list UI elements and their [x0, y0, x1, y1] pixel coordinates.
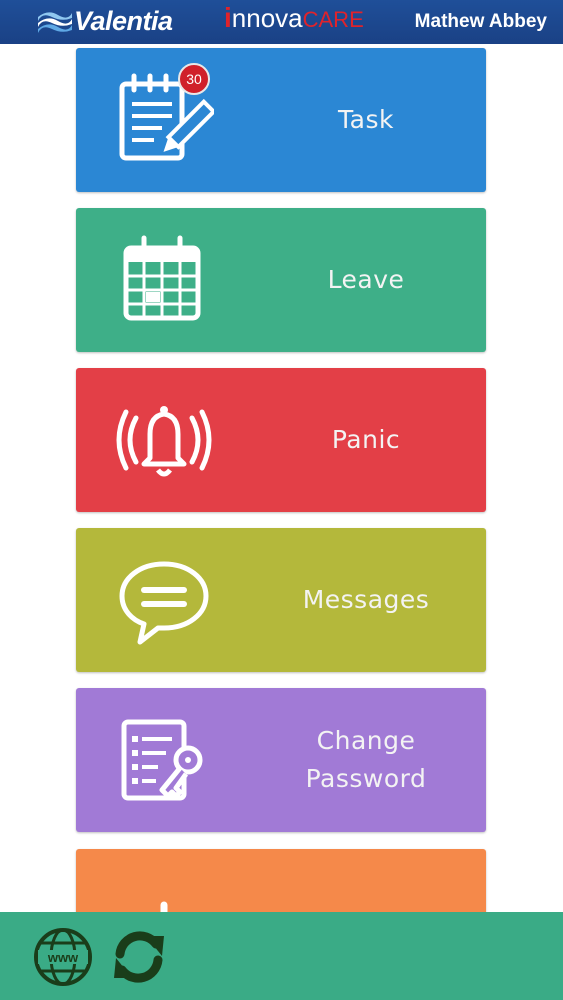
app-header: Valentia i nnova CARE Mathew Abbey [0, 0, 563, 44]
messages-tile[interactable]: Messages [76, 528, 486, 672]
bottom-toolbar: www [0, 912, 563, 1000]
chat-bubble-icon [119, 561, 209, 645]
panic-label: Panic [246, 368, 486, 512]
task-label: Task [246, 48, 486, 192]
messages-label: Messages [246, 528, 486, 672]
innovacare-logo: i nnova CARE [224, 4, 364, 40]
valentia-logo-text: Valentia [74, 5, 173, 36]
messages-label-text: Messages [302, 585, 430, 614]
globe-www-icon[interactable]: www [32, 926, 94, 988]
panic-label-text: Panic [331, 425, 401, 454]
change-password-label-line2: Password [305, 764, 427, 793]
innovacare-logo-i: i [224, 2, 232, 33]
refresh-icon[interactable] [108, 926, 170, 988]
task-tile[interactable]: 30 Task [76, 48, 486, 192]
leave-tile[interactable]: Leave [76, 208, 486, 352]
user-name: Mathew Abbey [414, 11, 547, 32]
task-count-badge: 30 [178, 63, 210, 95]
svg-text:www: www [47, 950, 79, 965]
change-password-tile[interactable]: Change Password [76, 688, 486, 832]
panic-tile[interactable]: Panic [76, 368, 486, 512]
bell-alarm-icon [116, 406, 212, 477]
change-password-label-line1: Change [316, 726, 416, 755]
valentia-logo: Valentia [36, 3, 173, 39]
task-label-text: Task [338, 105, 394, 134]
innovacare-logo-main: nnova [231, 3, 303, 33]
leave-label: Leave [246, 208, 486, 352]
password-key-icon [121, 719, 203, 801]
calendar-icon [123, 235, 201, 321]
valentia-wave-icon [38, 12, 72, 33]
innovacare-logo-care: CARE [302, 7, 364, 32]
leave-label-text: Leave [327, 265, 405, 294]
change-password-label: Change Password [246, 688, 486, 832]
